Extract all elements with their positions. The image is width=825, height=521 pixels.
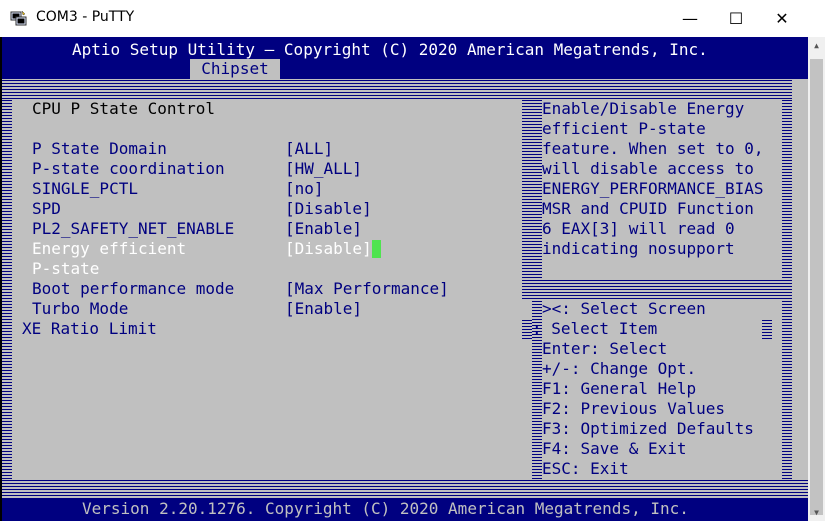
setting-spd-label[interactable]: SPD — [32, 199, 61, 219]
scrollbar[interactable]: ▲ ▼ — [808, 37, 825, 521]
setting-p-state-coordination-value[interactable]: [HW_ALL] — [285, 159, 362, 179]
setting-single-pctl-label[interactable]: SINGLE_PCTL — [32, 179, 138, 199]
section-title: CPU P State Control — [32, 99, 216, 118]
setting-pl2-safety-label[interactable]: PL2_SAFETY_NET_ENABLE — [32, 219, 234, 239]
scroll-down-icon[interactable]: ▼ — [808, 504, 825, 521]
window-titlebar: COM3 - PuTTY — ☐ ✕ — [0, 0, 825, 38]
key-hint: Enter: Select — [542, 339, 668, 358]
xe-ratio-limit-item[interactable]: XE Ratio Limit — [22, 319, 157, 339]
help-line: ENERGY_PERFORMANCE_BIAS — [542, 179, 764, 198]
tab-chipset[interactable]: Chipset — [190, 59, 280, 79]
setting-p-state-domain-value[interactable]: [ALL] — [285, 139, 333, 159]
help-line: feature. When set to 0, — [542, 139, 764, 158]
setting-turbo-mode-value[interactable]: [Enable] — [285, 299, 362, 319]
setting-boot-performance-label[interactable]: Boot performance mode — [32, 279, 234, 299]
frame-marker — [762, 319, 772, 339]
bios-footer-text: Version 2.20.1276. Copyright (C) 2020 Am… — [82, 499, 689, 518]
putty-icon — [10, 10, 27, 26]
help-line: efficient P-state — [542, 119, 706, 138]
help-line: indicating nosupport — [542, 239, 735, 258]
scroll-up-icon[interactable]: ▲ — [808, 37, 825, 54]
maximize-button[interactable]: ☐ — [713, 0, 759, 37]
help-line: 6 EAX[3] will read 0 — [542, 219, 735, 238]
window-title: COM3 - PuTTY — [36, 9, 135, 25]
setting-boot-performance-value[interactable]: [Max Performance] — [285, 279, 449, 299]
setting-single-pctl-value[interactable]: [no] — [285, 179, 324, 199]
text-cursor — [372, 240, 381, 258]
frame-bottom — [2, 479, 808, 499]
setting-pl2-safety-value[interactable]: [Enable] — [285, 219, 362, 239]
key-hint: F4: Save & Exit — [542, 439, 687, 458]
setting-energy-efficient-value[interactable]: [Disable] — [285, 239, 372, 259]
key-hint: : Select Item — [532, 319, 658, 338]
frame-left — [2, 99, 12, 479]
frame-divider-upper — [522, 99, 532, 299]
close-button[interactable]: ✕ — [759, 0, 805, 37]
key-hint: ESC: Exit — [542, 459, 629, 478]
help-line: will disable access to — [542, 159, 754, 178]
key-hint: F1: General Help — [542, 379, 697, 398]
setting-energy-efficient-label-cont[interactable]: P-state — [32, 259, 99, 279]
minimize-button[interactable]: — — [667, 0, 713, 37]
setting-turbo-mode-label[interactable]: Turbo Mode — [32, 299, 128, 319]
frame-divider-mid — [522, 319, 532, 339]
frame-top — [2, 79, 792, 99]
setting-energy-efficient-label[interactable]: Energy efficient — [32, 239, 186, 259]
scrollbar-thumb[interactable] — [810, 59, 823, 515]
setting-spd-value[interactable]: [Disable] — [285, 199, 372, 219]
setting-p-state-coordination-label[interactable]: P-state coordination — [32, 159, 225, 179]
bios-header-title: Aptio Setup Utility – Copyright (C) 2020… — [72, 40, 708, 59]
frame-help-separator — [540, 279, 790, 299]
key-hint: +/-: Change Opt. — [542, 359, 697, 378]
help-line: MSR and CPUID Function — [542, 199, 754, 218]
help-line: Enable/Disable Energy — [542, 99, 745, 118]
setting-p-state-domain-label[interactable]: P State Domain — [32, 139, 167, 159]
key-hint: F2: Previous Values — [542, 399, 726, 418]
key-hint: F3: Optimized Defaults — [542, 419, 754, 438]
key-hint: ><: Select Screen — [542, 299, 706, 318]
